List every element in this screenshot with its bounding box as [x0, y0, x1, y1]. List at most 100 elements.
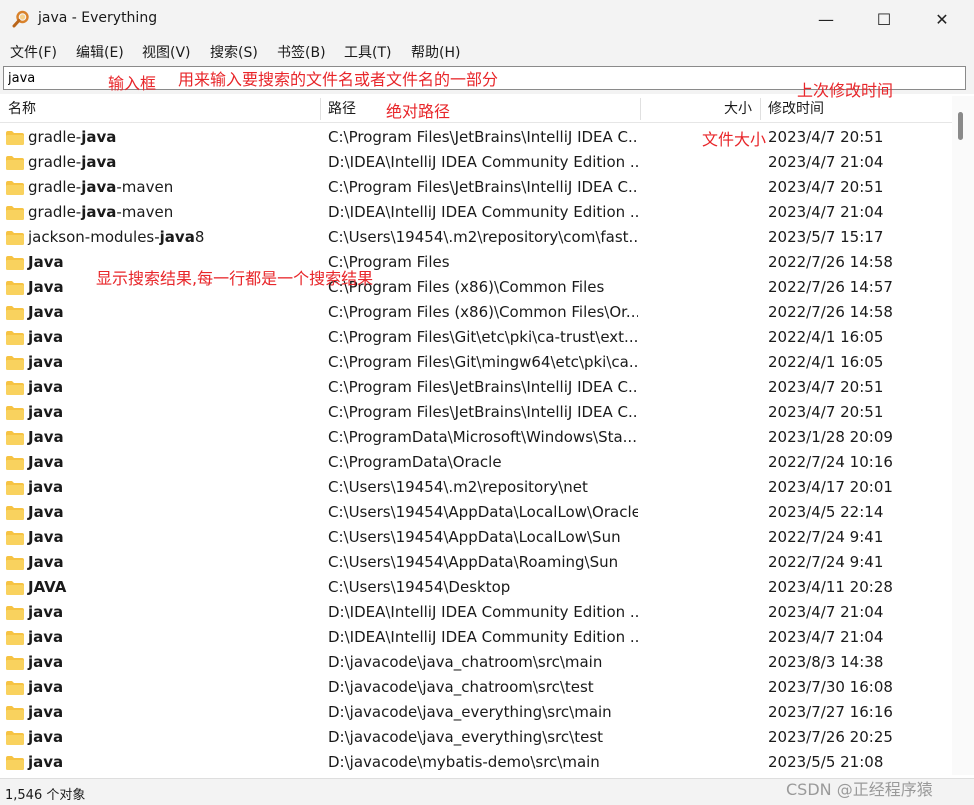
result-row[interactable]: gradle-java D:\IDEA\IntelliJ IDEA Communi…	[0, 150, 952, 175]
result-row[interactable]: JAVA C:\Users\19454\Desktop 2023/4/11 20:2…	[0, 575, 952, 600]
result-row[interactable]: java D:\javacode\java_chatroom\src\test 20…	[0, 675, 952, 700]
result-row[interactable]: java C:\Program Files\JetBrains\IntelliJ …	[0, 400, 952, 425]
folder-icon	[6, 681, 24, 695]
result-row[interactable]: java D:\javacode\java_everything\src\main…	[0, 700, 952, 725]
menu-bar: 文件(F) 编辑(E) 视图(V) 搜索(S) 书签(B) 工具(T) 帮助(H…	[0, 38, 974, 64]
modified-date: 2022/7/24 9:41	[768, 528, 884, 546]
name-prefix: jackson-modules-	[28, 228, 160, 246]
file-path: C:\Users\19454\.m2\repository\net	[328, 478, 588, 496]
result-row[interactable]: java D:\javacode\java_everything\src\test…	[0, 725, 952, 750]
annotation-results: 显示搜索结果,每一行都是一个搜索结果	[96, 269, 374, 288]
column-divider[interactable]	[640, 98, 641, 120]
result-row[interactable]: java C:\Program Files\Git\mingw64\etc\pki…	[0, 350, 952, 375]
folder-icon	[6, 656, 24, 670]
folder-icon	[6, 531, 24, 545]
file-path: C:\Users\19454\Desktop	[328, 578, 511, 596]
name-match: java	[28, 353, 64, 371]
file-name: JAVA	[28, 575, 66, 600]
file-path: C:\ProgramData\Oracle	[328, 453, 502, 471]
file-name: java	[28, 700, 63, 725]
menu-help[interactable]: 帮助(H)	[411, 42, 460, 62]
name-match: Java	[28, 278, 64, 296]
name-match: Java	[28, 253, 64, 271]
scrollbar-thumb[interactable]	[958, 112, 963, 140]
minimize-icon: —	[818, 9, 834, 29]
name-match: Java	[28, 553, 64, 571]
result-row[interactable]: java C:\Program Files\JetBrains\IntelliJ …	[0, 375, 952, 400]
menu-search[interactable]: 搜索(S)	[210, 42, 258, 62]
result-row[interactable]: Java C:\Program Files (x86)\Common Files\…	[0, 300, 952, 325]
menu-edit[interactable]: 编辑(E)	[76, 42, 124, 62]
folder-icon	[6, 731, 24, 745]
folder-icon	[6, 606, 24, 620]
close-button[interactable]: ✕	[913, 0, 971, 38]
result-row[interactable]: java C:\Program Files\Git\etc\pki\ca-trus…	[0, 325, 952, 350]
file-path: C:\ProgramData\Microsoft\Windows\Sta...	[328, 428, 637, 446]
result-row[interactable]: java D:\IDEA\IntelliJ IDEA Community Edit…	[0, 625, 952, 650]
result-row[interactable]: java C:\Users\19454\.m2\repository\net 202…	[0, 475, 952, 500]
file-path: C:\Users\19454\.m2\repository\com\fast..…	[328, 228, 638, 246]
file-name: Java	[28, 250, 64, 275]
file-name: Java	[28, 450, 64, 475]
modified-date: 2023/1/28 20:09	[768, 428, 893, 446]
column-name-header[interactable]: 名称	[8, 96, 36, 122]
result-row[interactable]: java D:\javacode\mybatis-demo\src\main 202…	[0, 750, 952, 775]
name-match: java	[28, 703, 64, 721]
modified-date: 2023/4/17 20:01	[768, 478, 893, 496]
modified-date: 2023/4/11 20:28	[768, 578, 893, 596]
minimize-button[interactable]: —	[797, 0, 855, 38]
file-name: java	[28, 625, 63, 650]
folder-icon	[6, 506, 24, 520]
modified-date: 2022/4/1 16:05	[768, 353, 884, 371]
name-match: java	[81, 178, 117, 196]
file-name: java	[28, 325, 63, 350]
watermark: CSDN @正经程序猿	[786, 780, 933, 799]
result-row[interactable]: jackson-modules-java8 C:\Users\19454\.m2\…	[0, 225, 952, 250]
modified-date: 2023/5/5 21:08	[768, 753, 884, 771]
name-match: Java	[28, 428, 64, 446]
menu-tools[interactable]: 工具(T)	[344, 42, 391, 62]
name-match: java	[81, 153, 117, 171]
column-divider[interactable]	[320, 98, 321, 120]
folder-icon	[6, 581, 24, 595]
result-row[interactable]: java D:\IDEA\IntelliJ IDEA Community Edit…	[0, 600, 952, 625]
maximize-button[interactable]: ☐	[855, 0, 913, 38]
name-suffix: -maven	[116, 178, 174, 196]
modified-date: 2023/4/7 20:51	[768, 128, 884, 146]
file-path: D:\IDEA\IntelliJ IDEA Community Edition …	[328, 628, 638, 646]
folder-icon	[6, 756, 24, 770]
name-prefix: gradle-	[28, 203, 82, 221]
menu-view[interactable]: 视图(V)	[142, 42, 191, 62]
vertical-scrollbar[interactable]	[952, 96, 974, 775]
menu-bookmarks[interactable]: 书签(B)	[277, 42, 326, 62]
name-match: java	[159, 228, 195, 246]
file-path: C:\Program Files	[328, 253, 450, 271]
file-path: C:\Users\19454\AppData\Roaming\Sun	[328, 553, 619, 571]
name-prefix: gradle-	[28, 128, 82, 146]
name-suffix: -maven	[116, 203, 174, 221]
result-row[interactable]: Java C:\Users\19454\AppData\LocalLow\Orac…	[0, 500, 952, 525]
modified-date: 2022/7/26 14:58	[768, 253, 893, 271]
column-path-header[interactable]: 路径	[328, 96, 356, 122]
result-row[interactable]: gradle-java-maven D:\IDEA\IntelliJ IDEA C…	[0, 200, 952, 225]
modified-date: 2023/4/5 22:14	[768, 503, 884, 521]
name-match: java	[28, 653, 64, 671]
result-row[interactable]: Java C:\Users\19454\AppData\LocalLow\Sun 2…	[0, 525, 952, 550]
folder-icon	[6, 556, 24, 570]
file-path: C:\Program Files\Git\etc\pki\ca-trust\ex…	[328, 328, 638, 346]
result-row[interactable]: gradle-java-maven C:\Program Files\JetBra…	[0, 175, 952, 200]
result-row[interactable]: java D:\javacode\java_chatroom\src\main 20…	[0, 650, 952, 675]
column-divider[interactable]	[760, 98, 761, 120]
file-path: D:\javacode\java_chatroom\src\main	[328, 653, 603, 671]
folder-icon	[6, 456, 24, 470]
menu-file[interactable]: 文件(F)	[10, 42, 57, 62]
name-match: java	[81, 128, 117, 146]
file-name: java	[28, 750, 63, 775]
name-match: java	[28, 628, 64, 646]
result-row[interactable]: Java C:\Users\19454\AppData\Roaming\Sun 20…	[0, 550, 952, 575]
result-row[interactable]: Java C:\ProgramData\Microsoft\Windows\Sta…	[0, 425, 952, 450]
result-row[interactable]: gradle-java C:\Program Files\JetBrains\In…	[0, 125, 952, 150]
column-size-header[interactable]: 大小	[724, 96, 752, 122]
file-name: gradle-java	[28, 125, 116, 150]
result-row[interactable]: Java C:\ProgramData\Oracle 2022/7/24 10:16	[0, 450, 952, 475]
